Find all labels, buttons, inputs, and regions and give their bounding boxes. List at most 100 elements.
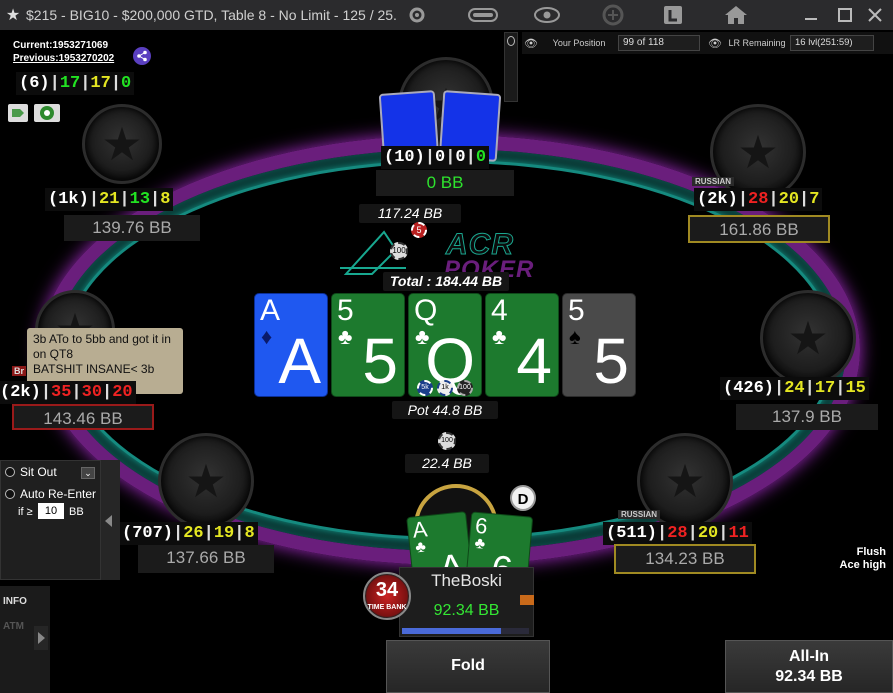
auto-reenter-label: Auto Re-Enter — [20, 487, 97, 501]
position-eye-icon[interactable]: 👁 — [522, 37, 540, 50]
seat-top-bet: 117.24 BB — [359, 204, 461, 223]
share-icon[interactable] — [133, 47, 151, 65]
lr-eye-icon[interactable]: 👁 — [706, 37, 724, 50]
sit-out-radio[interactable] — [5, 467, 15, 477]
chip-5k-icon: 5k — [417, 380, 433, 396]
chip-settings-icon[interactable] — [34, 104, 60, 122]
player-note-text: 3b ATo to 5bb and got it in on QT8 BATSH… — [33, 332, 171, 376]
hand-strength-detail: Ace high — [839, 559, 886, 571]
seat-bottom-left[interactable]: ★ — [158, 433, 254, 529]
zoom-slider[interactable] — [504, 32, 518, 102]
seat-bottom-left-stack: 137.66 BB — [138, 545, 274, 573]
title-bar: ★ $215 - BIG10 - $200,000 GTD, Table 8 -… — [0, 0, 893, 30]
seat-left-hud[interactable]: (2k)|35|30|20 — [0, 381, 136, 404]
position-label: Your Position — [552, 38, 606, 48]
seat-right-hud[interactable]: (426)|24|17|15 — [720, 377, 869, 400]
hero-bet-chip-icon: 100 — [438, 432, 456, 450]
seat-right-stack: 137.9 BB — [736, 404, 878, 430]
sit-out-label: Sit Out — [20, 465, 57, 479]
seat-top-left-hud[interactable]: (1k)|21|13|8 — [45, 188, 174, 211]
board-card-1: A ♦ A — [254, 293, 328, 397]
seat-top-left[interactable]: ★ — [82, 104, 162, 184]
slider-handle[interactable] — [507, 36, 515, 46]
all-in-button[interactable]: All-In 92.34 BB — [725, 640, 893, 693]
current-hand-id[interactable]: Current:1953271069 — [13, 39, 114, 52]
hero-stack: 92.34 BB — [433, 602, 500, 619]
chat-toggle-icon[interactable] — [466, 3, 500, 27]
position-value: 99 of 118 — [618, 35, 700, 51]
tag-icon[interactable] — [8, 104, 28, 122]
seat-left-stack: 143.46 BB — [12, 404, 154, 430]
seat-bottom-left-hud[interactable]: (707)|26|19|8 — [119, 522, 258, 545]
board-card-2: 5 ♣ 5 — [331, 293, 405, 397]
board-card-4: 4 ♣ 4 — [485, 293, 559, 397]
seat-bottom-right-stack: 134.23 BB — [614, 544, 756, 574]
star-icon: ★ — [101, 118, 143, 170]
add-table-icon[interactable] — [598, 3, 628, 27]
sit-out-dropdown-icon[interactable]: ⌄ — [81, 467, 95, 479]
bet-chip-icon: 5 — [411, 222, 427, 238]
home-icon[interactable] — [720, 3, 752, 27]
all-in-amount: 92.34 BB — [775, 668, 843, 685]
acr-star-icon: ★ — [5, 7, 21, 24]
hud-pfr: 17 — [90, 74, 111, 93]
bb-label: BB — [69, 506, 84, 518]
chip-1k-icon: 1k — [437, 380, 453, 396]
seat-top-right-hud[interactable]: (2k)|28|20|7 — [694, 188, 823, 211]
info-tab[interactable]: INFO — [3, 596, 27, 607]
seat-top-hud[interactable]: (10)|0|0|0 — [381, 146, 490, 169]
all-in-label: All-In — [789, 648, 829, 665]
hero-name: TheBoski — [431, 571, 502, 590]
tournament-info-bar: 👁 Your Position 99 of 118 👁 LR Remaining… — [522, 32, 893, 54]
side-expand-icon[interactable] — [34, 626, 48, 650]
panel-collapse-handle[interactable] — [100, 460, 120, 580]
hand-strength: Flush Ace high — [810, 546, 886, 572]
seat-top-left-stack: 139.76 BB — [64, 215, 200, 241]
hero-timer-bar — [402, 628, 529, 634]
chip-100-icon: 100 — [457, 380, 473, 396]
auto-reenter-radio[interactable] — [5, 489, 15, 499]
bb-threshold-input[interactable]: 10 — [38, 503, 64, 519]
seat-left-tag: Br — [12, 366, 27, 376]
previous-hand-id[interactable]: Previous:1953270202 — [13, 52, 114, 65]
hud-3bet: 0 — [121, 74, 132, 93]
lr-remaining-label: LR Remaining — [728, 38, 786, 48]
poker-table-window: ★ $215 - BIG10 - $200,000 GTD, Table 8 -… — [0, 0, 893, 693]
hero-bet: 22.4 BB — [405, 454, 489, 473]
hud-vpip: 17 — [59, 74, 81, 93]
time-bank-badge[interactable]: 34 TIME BANK — [363, 572, 411, 620]
hand-id-block: Current:1953271069 Previous:1953270202 — [13, 39, 114, 65]
board-card-5: 5 ♠ 5 — [562, 293, 636, 397]
atm-tab[interactable]: ATM — [3, 621, 24, 632]
hero-note-icon[interactable] — [520, 595, 534, 605]
maximize-icon[interactable] — [832, 3, 858, 27]
close-icon[interactable] — [862, 3, 888, 27]
pot-amount: Pot 44.8 BB — [392, 401, 498, 419]
lr-remaining-value: 16 lvl(251:59) — [790, 35, 874, 51]
fold-button[interactable]: Fold — [386, 640, 550, 693]
window-title: $215 - BIG10 - $200,000 GTD, Table 8 - N… — [26, 7, 398, 23]
total-pot: Total : 184.44 BB — [383, 272, 509, 291]
seat-top-right-stack: 161.86 BB — [688, 215, 830, 243]
seat-right[interactable]: ★ — [760, 290, 856, 386]
settings-gear-icon[interactable] — [404, 3, 430, 27]
hand-strength-type: Flush — [856, 546, 886, 558]
seat-top-stack: 0 BB — [376, 170, 514, 196]
star-icon: ★ — [787, 312, 829, 364]
dealer-button: D — [510, 485, 536, 511]
star-icon: ★ — [185, 455, 227, 507]
time-bank-label: TIME BANK — [367, 604, 407, 611]
hero-nameplate: TheBoski 92.34 BB — [399, 567, 534, 637]
side-tabs: INFO ATM — [0, 586, 50, 693]
seat-bottom-right-tag: RUSSIAN — [618, 510, 661, 519]
time-bank-seconds: 34 — [375, 579, 399, 601]
hud-hands: (6) — [19, 74, 50, 93]
if-label: if ≥ — [18, 506, 33, 518]
view-eye-icon[interactable] — [532, 3, 562, 27]
lobby-l-icon[interactable] — [660, 3, 686, 27]
minimize-icon[interactable] — [796, 3, 826, 27]
hero-self-hud[interactable]: (6)|17|17|0 — [16, 72, 135, 95]
pot-chip-icon: 100 — [390, 242, 408, 260]
seat-top-right-tag: RUSSIAN — [692, 177, 735, 186]
seat-bottom-right-hud[interactable]: (511)|28|20|11 — [603, 522, 752, 545]
